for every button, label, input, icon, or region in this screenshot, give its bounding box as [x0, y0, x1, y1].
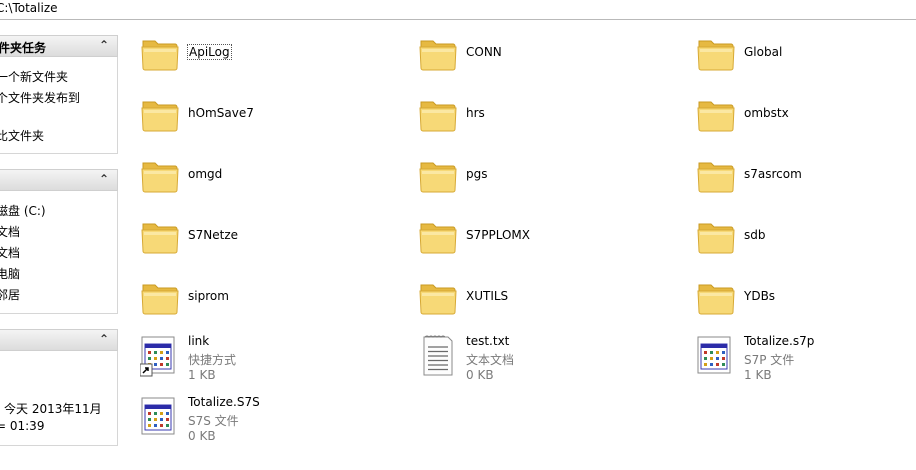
place-network[interactable]: 邻居 [0, 286, 20, 303]
folder-icon [696, 216, 736, 256]
place-local-disk[interactable]: 磁盘 (C:) [0, 202, 46, 219]
folder-icon [140, 216, 180, 256]
folder-item[interactable]: S7PPLOMX [418, 216, 618, 274]
app-window-icon [696, 334, 736, 380]
folder-item[interactable]: sdb [696, 216, 896, 274]
task-new-folder[interactable]: 一个新文件夹 [0, 68, 68, 85]
file-item[interactable]: link 快捷方式 1 KB [139, 334, 340, 392]
folder-icon [418, 33, 458, 73]
file-type: 快捷方式 [188, 353, 237, 367]
folder-icon [696, 277, 736, 317]
folder-name: S7Netze [188, 228, 238, 242]
folder-name: ApiLog [187, 44, 232, 60]
address-bar[interactable]: C:\Totalize [0, 0, 916, 20]
folder-name: s7asrcom [744, 167, 802, 181]
file-type: S7P 文件 [744, 353, 795, 367]
folder-item[interactable]: XUTILS [418, 277, 618, 335]
folder-name: hOmSave7 [188, 106, 254, 120]
details-header[interactable]: ⌃ [0, 329, 118, 351]
details-modified: 今天 2013年11月 [4, 402, 102, 416]
file-name: link [188, 334, 210, 348]
other-places-body: 磁盘 (C:) 文档 文档 电脑 邻居 [0, 191, 118, 314]
file-item[interactable]: test.txt 文本文档 0 KB [418, 334, 618, 392]
text-document-icon [418, 334, 458, 380]
folder-item[interactable]: CONN [418, 33, 618, 91]
folder-name: sdb [744, 228, 766, 242]
folder-name: pgs [466, 167, 488, 181]
folder-icon [140, 94, 180, 134]
folder-icon [140, 33, 180, 73]
file-name: test.txt [466, 334, 510, 348]
folder-icon [418, 216, 458, 256]
folder-icon [140, 155, 180, 195]
collapse-icon[interactable]: ⌃ [99, 332, 109, 346]
file-size: 1 KB [188, 368, 216, 382]
file-size: 1 KB [744, 368, 772, 382]
collapse-icon[interactable]: ⌃ [99, 38, 109, 52]
folder-item[interactable]: s7asrcom [696, 155, 896, 213]
file-type: 文本文档 [466, 353, 515, 367]
folder-tasks-title: 件夹任务 [0, 41, 47, 55]
folder-item[interactable]: hOmSave7 [140, 94, 340, 152]
folder-item[interactable]: omgd [140, 155, 340, 213]
task-publish-folder[interactable]: 个文件夹发布到 [0, 89, 80, 106]
address-path: C:\Totalize [0, 1, 58, 15]
folder-name: omgd [188, 167, 223, 181]
folder-name: S7PPLOMX [466, 228, 531, 242]
folder-icon [140, 277, 180, 317]
file-name: Totalize.S7S [188, 395, 260, 409]
folder-name: siprom [188, 289, 229, 303]
folder-name: YDBs [744, 289, 776, 303]
folder-item[interactable]: siprom [140, 277, 340, 335]
folder-icon [696, 155, 736, 195]
folder-name: hrs [466, 106, 485, 120]
other-places-header[interactable]: ⌃ [0, 169, 118, 191]
details-body: 今天 2013年11月 = 01:39 [0, 351, 118, 446]
folder-item[interactable]: hrs [418, 94, 618, 152]
folder-tasks-body: 一个新文件夹 个文件夹发布到 比文件夹 [0, 57, 118, 154]
folder-item[interactable]: YDBs [696, 277, 896, 335]
folder-icon [696, 33, 736, 73]
folder-icon [418, 94, 458, 134]
folder-item[interactable]: pgs [418, 155, 618, 213]
folder-item[interactable]: Global [696, 33, 896, 91]
place-shared-documents[interactable]: 文档 [0, 244, 20, 261]
task-share-folder[interactable]: 比文件夹 [0, 127, 44, 144]
file-size: 0 KB [188, 429, 216, 443]
shortcut-app-icon [139, 334, 180, 380]
folder-name: XUTILS [466, 289, 509, 303]
app-window-icon [140, 395, 180, 441]
folder-icon [696, 94, 736, 134]
folder-tasks-header[interactable]: 件夹任务 ⌃ [0, 35, 118, 57]
folder-name: ombstx [744, 106, 789, 120]
place-documents[interactable]: 文档 [0, 223, 20, 240]
folder-name: Global [744, 45, 783, 59]
folder-item[interactable]: S7Netze [140, 216, 340, 274]
folder-item[interactable]: ApiLog [140, 33, 340, 91]
place-my-computer[interactable]: 电脑 [0, 265, 20, 282]
file-size: 0 KB [466, 368, 494, 382]
details-time: = 01:39 [0, 419, 45, 433]
folder-name: CONN [466, 45, 502, 59]
file-item[interactable]: Totalize.S7S S7S 文件 0 KB [140, 395, 340, 453]
folder-item[interactable]: ombstx [696, 94, 896, 152]
task-pane: 件夹任务 ⌃ 一个新文件夹 个文件夹发布到 比文件夹 ⌃ 磁盘 (C:) 文档 … [0, 20, 130, 470]
file-item[interactable]: Totalize.s7p S7P 文件 1 KB [696, 334, 896, 392]
collapse-icon[interactable]: ⌃ [99, 172, 109, 186]
file-type: S7S 文件 [188, 414, 239, 428]
folder-icon [418, 277, 458, 317]
file-name: Totalize.s7p [744, 334, 815, 348]
folder-icon [418, 155, 458, 195]
